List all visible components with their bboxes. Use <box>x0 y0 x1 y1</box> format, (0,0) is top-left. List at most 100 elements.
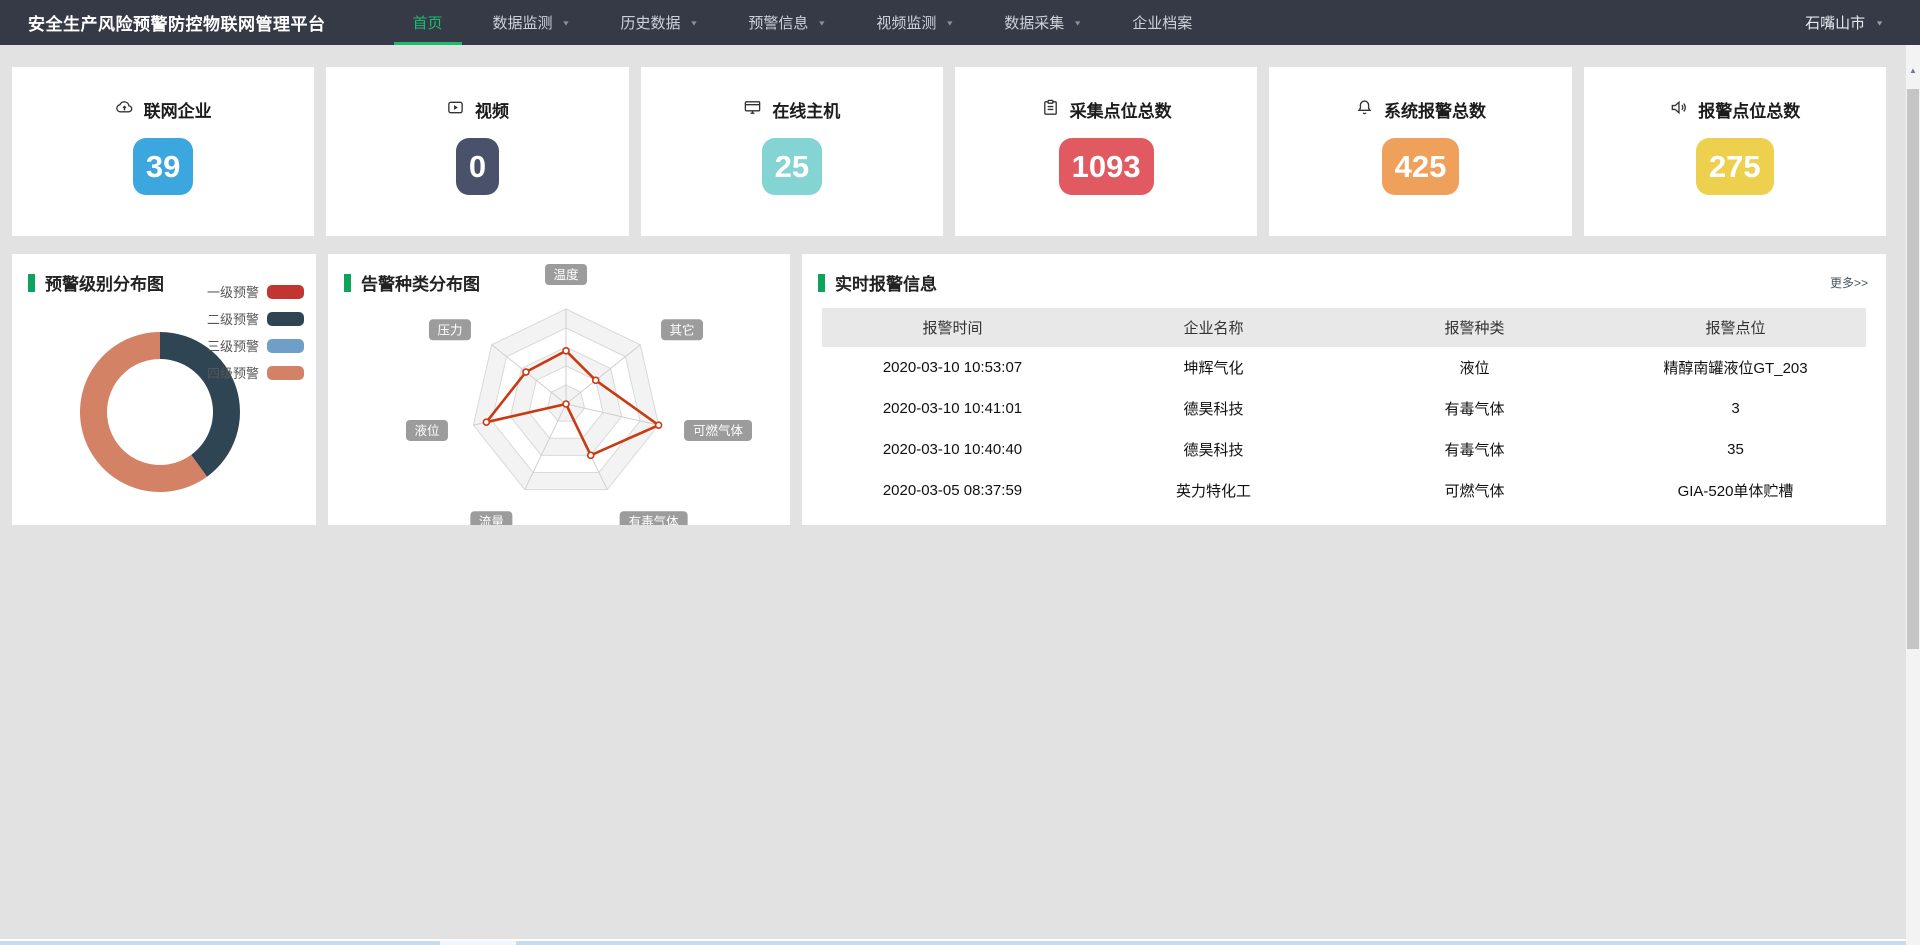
nav-item-2[interactable]: 数据监测▼ <box>468 0 596 45</box>
nav-item-label: 视频监测 <box>876 12 936 33</box>
legend-label: 四级预警 <box>207 363 259 382</box>
chevron-down-icon: ▼ <box>689 19 698 27</box>
svg-text:流量: 流量 <box>479 515 504 525</box>
middle-row: 预警级别分布图 一级预警二级预警三级预警四级预警 告警种类分布图 温度其它可燃气… <box>12 254 1886 525</box>
monitor-icon <box>743 98 762 122</box>
region-selector[interactable]: 石嘴山市 ▼ <box>1805 12 1884 33</box>
legend-swatch <box>267 312 304 326</box>
cloud-link-icon <box>115 98 134 122</box>
nav-item-label: 预警信息 <box>748 12 808 33</box>
table-row[interactable]: 2020-03-10 10:53:07坤辉气化液位精醇南罐液位GT_203 <box>822 347 1866 388</box>
stat-value-badge: 39 <box>133 138 193 195</box>
nav-item-label: 企业档案 <box>1132 12 1192 33</box>
title-marker <box>818 274 825 292</box>
legend-label: 二级预警 <box>207 309 259 328</box>
table-row[interactable]: 2020-03-10 10:41:01德昊科技有毒气体3 <box>822 388 1866 429</box>
video-icon <box>446 98 465 122</box>
nav-item-7[interactable]: 企业档案 <box>1107 0 1217 45</box>
horizontal-scrollbar[interactable] <box>0 939 1920 945</box>
chevron-down-icon: ▼ <box>1875 19 1884 27</box>
stat-value-badge: 275 <box>1696 138 1774 195</box>
table-cell: 德昊科技 <box>1083 388 1344 429</box>
stat-value-badge: 25 <box>762 138 822 195</box>
chevron-down-icon: ▼ <box>817 19 826 27</box>
legend-item-2[interactable]: 二级预警 <box>207 305 304 332</box>
svg-text:其它: 其它 <box>670 322 695 337</box>
stat-card-video: 视频 0 <box>326 67 628 236</box>
table-cell: 2020-03-10 10:53:07 <box>822 347 1083 388</box>
card-title-warning-level: 预警级别分布图 <box>28 270 164 295</box>
nav-item-3[interactable]: 历史数据 ▼ <box>595 0 723 45</box>
title-marker <box>28 274 35 292</box>
card-title-alarm-type: 告警种类分布图 <box>344 270 480 295</box>
chevron-down-icon: ▼ <box>1073 19 1082 27</box>
horizontal-scrollbar-thumb[interactable] <box>440 941 516 945</box>
svg-text:温度: 温度 <box>553 267 579 282</box>
svg-text:液位: 液位 <box>414 423 439 438</box>
app-title: 安全生产风险预警防控物联网管理平台 <box>28 10 326 35</box>
table-cell: 有毒气体 <box>1344 429 1605 470</box>
table-cell: 2020-03-10 10:41:01 <box>822 388 1083 429</box>
stat-card-alarm-points: 报警点位总数 275 <box>1584 67 1886 236</box>
table-cell: 坤辉气化 <box>1083 347 1344 388</box>
stat-label: 视频 <box>475 97 509 122</box>
nav-item-label: 历史数据 <box>620 12 680 33</box>
legend-item-4[interactable]: 四级预警 <box>207 359 304 386</box>
legend-swatch <box>267 285 304 299</box>
table-cell: 2020-03-05 08:37:59 <box>822 470 1083 511</box>
vertical-scrollbar-thumb[interactable] <box>1907 89 1919 649</box>
stat-label: 报警点位总数 <box>1698 97 1800 122</box>
nav-item-label: 首页 <box>413 12 443 33</box>
table-header: 报警时间企业名称报警种类报警点位 <box>822 308 1866 347</box>
stat-value-badge: 425 <box>1382 138 1460 195</box>
table-column-header: 报警时间 <box>822 308 1083 347</box>
legend-swatch <box>267 339 304 353</box>
top-navbar: 安全生产风险预警防控物联网管理平台 首页 数据监测▼ 历史数据 ▼ 预警信息 ▼ 视频监测 ▼… <box>0 0 1920 45</box>
table-cell: 有毒气体 <box>1344 388 1605 429</box>
table-cell: GIA-520单体贮槽 <box>1605 470 1866 511</box>
bell-icon <box>1355 98 1374 122</box>
scroll-up-icon[interactable]: ▲ <box>1906 45 1920 75</box>
stat-card-system-alarms: 系统报警总数 425 <box>1269 67 1571 236</box>
more-link[interactable]: 更多>> <box>1830 274 1868 291</box>
svg-text:可燃气体: 可燃气体 <box>693 423 744 438</box>
stat-label: 采集点位总数 <box>1070 97 1172 122</box>
region-label: 石嘴山市 <box>1805 12 1865 33</box>
table-cell: 精醇南罐液位GT_203 <box>1605 347 1866 388</box>
table-cell: 2020-03-10 10:40:40 <box>822 429 1083 470</box>
dashboard-content: 联网企业 39 视频 0 在线主机 25 采集点位总数 1093 <box>12 67 1886 912</box>
vertical-scrollbar[interactable]: ▲ <box>1906 45 1920 945</box>
chevron-down-icon: ▼ <box>945 19 954 27</box>
warning-level-card: 预警级别分布图 一级预警二级预警三级预警四级预警 <box>12 254 316 525</box>
table-column-header: 报警种类 <box>1344 308 1605 347</box>
stat-value-badge: 0 <box>456 138 499 195</box>
chevron-down-icon: ▼ <box>562 19 571 27</box>
stat-card-collection-points: 采集点位总数 1093 <box>955 67 1257 236</box>
card-title-realtime-alarm: 实时报警信息 <box>818 270 937 295</box>
title-marker <box>344 274 351 292</box>
stat-label: 联网企业 <box>144 97 212 122</box>
table-row[interactable]: 2020-03-05 08:37:59英力特化工可燃气体GIA-520单体贮槽 <box>822 470 1866 511</box>
legend-item-1[interactable]: 一级预警 <box>207 278 304 305</box>
clipboard-icon <box>1041 98 1060 122</box>
stat-card-online-hosts: 在线主机 25 <box>641 67 943 236</box>
stats-row: 联网企业 39 视频 0 在线主机 25 采集点位总数 1093 <box>12 67 1886 236</box>
main-nav: 首页数据监测▼历史数据▼预警信息▼视频监测▼数据采集▼企业档案 <box>388 0 1218 45</box>
realtime-alarm-card: 实时报警信息 更多>> 报警时间企业名称报警种类报警点位 2020-03-10 … <box>802 254 1886 525</box>
nav-item-5[interactable]: 视频监测 ▼ <box>851 0 979 45</box>
table-row[interactable]: 2020-03-10 10:40:40德昊科技有毒气体35 <box>822 429 1866 470</box>
table-column-header: 报警点位 <box>1605 308 1866 347</box>
realtime-alarm-table: 报警时间企业名称报警种类报警点位 2020-03-10 10:53:07坤辉气化… <box>822 308 1866 511</box>
nav-item-6[interactable]: 数据采集▼ <box>979 0 1107 45</box>
stat-label: 在线主机 <box>772 97 840 122</box>
table-cell: 液位 <box>1344 347 1605 388</box>
table-column-header: 企业名称 <box>1083 308 1344 347</box>
alarm-type-card: 告警种类分布图 温度其它可燃气体有毒气体流量液位压力 <box>328 254 790 525</box>
legend-label: 三级预警 <box>207 336 259 355</box>
legend-label: 一级预警 <box>207 282 259 301</box>
svg-text:压力: 压力 <box>437 323 462 337</box>
stat-label: 系统报警总数 <box>1384 97 1486 122</box>
nav-item-1[interactable]: 首页 <box>388 0 468 45</box>
nav-item-4[interactable]: 预警信息 ▼ <box>723 0 851 45</box>
legend-item-3[interactable]: 三级预警 <box>207 332 304 359</box>
